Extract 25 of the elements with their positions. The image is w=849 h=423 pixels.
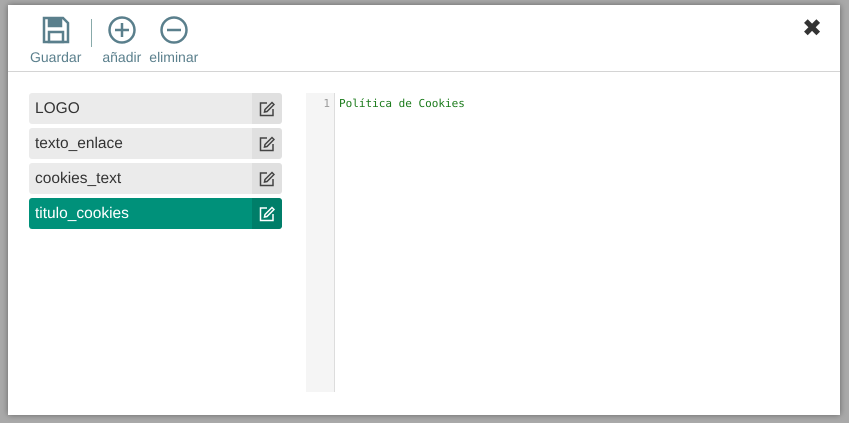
list-item[interactable]: texto_enlace — [29, 128, 282, 159]
save-button[interactable]: Guardar — [30, 15, 82, 65]
item-label: LOGO — [34, 98, 81, 118]
list-item[interactable]: cookies_text — [29, 163, 282, 194]
edit-button[interactable] — [252, 198, 282, 229]
list-item[interactable]: LOGO — [29, 93, 282, 124]
edit-button[interactable] — [252, 93, 282, 124]
item-label: cookies_text — [34, 168, 122, 188]
edit-button[interactable] — [252, 128, 282, 159]
list-item[interactable]: titulo_cookies — [29, 198, 282, 229]
minus-circle-icon — [158, 15, 189, 45]
edit-icon — [259, 136, 275, 152]
edit-icon — [259, 170, 275, 186]
close-button[interactable]: ✖ — [802, 17, 822, 41]
line-number: 1 — [323, 97, 331, 112]
edit-icon — [259, 100, 275, 116]
item-label: texto_enlace — [34, 134, 124, 154]
remove-button[interactable]: eliminar — [149, 15, 198, 65]
save-icon — [40, 15, 71, 45]
code-line: Política de Cookies — [339, 97, 465, 112]
edit-button[interactable] — [252, 163, 282, 194]
item-label: titulo_cookies — [34, 204, 130, 224]
edit-icon — [259, 206, 275, 222]
add-button[interactable]: añadir — [102, 15, 142, 65]
plus-circle-icon — [106, 15, 137, 45]
